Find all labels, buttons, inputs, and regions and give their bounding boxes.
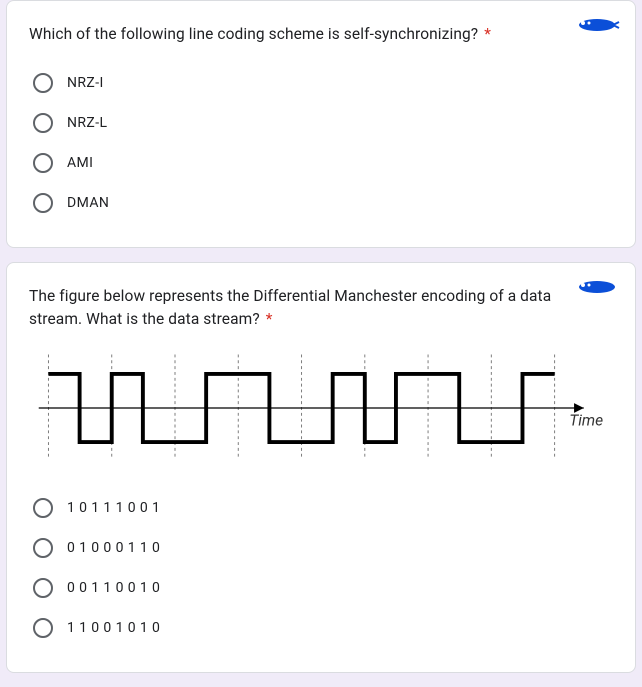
question-text: Which of the following line coding schem… (29, 23, 613, 45)
required-marker: * (484, 25, 491, 43)
option-label: 1 0 1 1 1 0 0 1 (67, 500, 160, 516)
required-marker: * (266, 310, 273, 328)
question-card-1: Which of the following line coding schem… (6, 0, 636, 248)
annotation-scribble (575, 277, 621, 297)
radio-icon (33, 113, 53, 133)
option-label: DMAN (67, 195, 109, 211)
radio-icon (33, 193, 53, 213)
option-label: AMI (67, 155, 93, 171)
option-label: 1 1 0 0 1 0 1 0 (67, 620, 160, 636)
question-body: The figure below represents the Differen… (29, 287, 551, 327)
radio-icon (33, 498, 53, 518)
option-11001010[interactable]: 1 1 0 0 1 0 1 0 (29, 608, 613, 648)
option-10111001[interactable]: 1 0 1 1 1 0 0 1 (29, 488, 613, 528)
option-nrz-i[interactable]: NRZ-I (29, 63, 613, 103)
radio-icon (33, 153, 53, 173)
option-label: NRZ-L (67, 115, 107, 131)
option-label: 0 0 1 1 0 0 1 0 (67, 580, 160, 596)
radio-icon (33, 73, 53, 93)
radio-icon (33, 538, 53, 558)
option-dman[interactable]: DMAN (29, 183, 613, 223)
option-label: NRZ-I (67, 75, 104, 91)
encoding-figure: Time (29, 348, 613, 472)
option-00110010[interactable]: 0 0 1 1 0 0 1 0 (29, 568, 613, 608)
radio-icon (33, 618, 53, 638)
time-axis-label: Time (569, 412, 603, 430)
option-01000110[interactable]: 0 1 0 0 0 1 1 0 (29, 528, 613, 568)
question-body: Which of the following line coding schem… (29, 25, 478, 43)
question-card-2: The figure below represents the Differen… (6, 262, 636, 673)
question-text: The figure below represents the Differen… (29, 285, 613, 330)
option-nrz-l[interactable]: NRZ-L (29, 103, 613, 143)
annotation-scribble (575, 15, 621, 35)
option-ami[interactable]: AMI (29, 143, 613, 183)
radio-icon (33, 578, 53, 598)
option-label: 0 1 0 0 0 1 1 0 (67, 540, 160, 556)
